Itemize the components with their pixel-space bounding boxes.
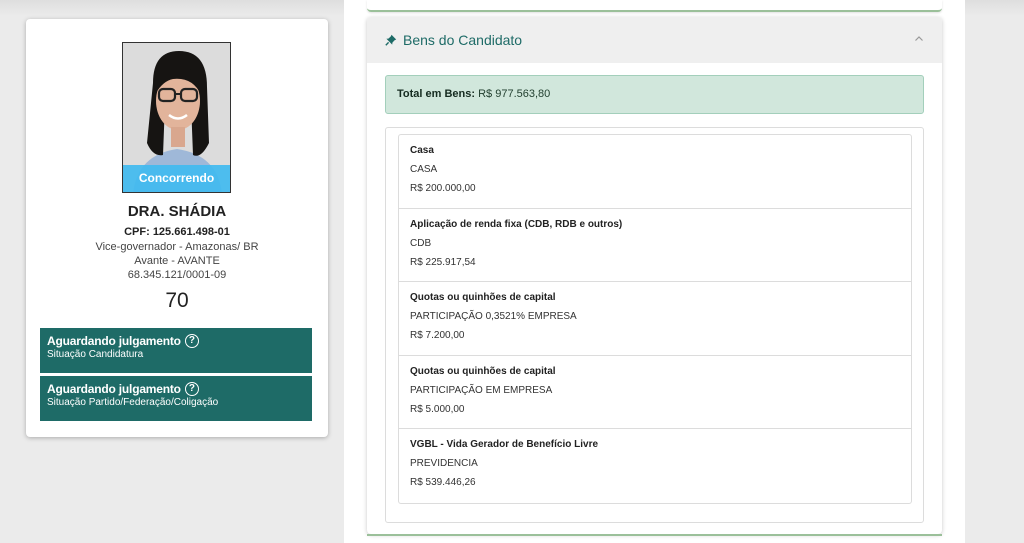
status-candidacy-subtitle: Situação Candidatura: [47, 349, 144, 360]
assets-list: Casa CASA R$ 200.000,00 Aplicação de ren…: [398, 134, 912, 504]
chevron-up-icon[interactable]: [912, 32, 926, 46]
candidate-role: Vice-governador - Amazonas/ BR: [95, 241, 259, 253]
asset-value: R$ 7.200,00: [410, 330, 465, 341]
candidate-photo: Concorrendo: [122, 42, 231, 193]
total-assets-label: Total em Bens:: [397, 88, 476, 100]
previous-panel-edge: [367, 0, 942, 12]
asset-description: PARTICIPAÇÃO EM EMPRESA: [410, 384, 553, 396]
status-candidacy: Aguardando julgamento ? Situação Candida…: [40, 328, 312, 373]
candidate-number: 70: [165, 289, 189, 312]
asset-description: PREVIDENCIA: [410, 458, 478, 469]
asset-description: PARTICIPAÇÃO 0,3521% EMPRESA: [410, 311, 577, 322]
list-item: Quotas ou quinhões de capital PARTICIPAÇ…: [399, 282, 911, 356]
assets-panel-title: Bens do Candidato: [403, 32, 523, 48]
asset-title: Aplicação de renda fixa (CDB, RDB e outr…: [410, 218, 623, 230]
candidate-name: DRA. SHÁDIA: [127, 203, 227, 220]
candidate-cpf: CPF: 125.661.498-01: [124, 226, 230, 238]
status-party-title: Aguardando julgamento: [47, 382, 181, 396]
asset-title: Quotas ou quinhões de capital: [410, 292, 556, 303]
question-circle-icon[interactable]: ?: [184, 382, 199, 396]
asset-title: VGBL - Vida Gerador de Benefício Livre: [410, 439, 599, 450]
thumbtack-icon: [385, 34, 397, 46]
list-item: Casa CASA R$ 200.000,00: [399, 135, 911, 209]
main-content: Bens do Candidato Total em Bens: R$ 977.…: [344, 0, 965, 543]
assets-list-container: Casa CASA R$ 200.000,00 Aplicação de ren…: [385, 127, 924, 523]
total-assets-box: Total em Bens: R$ 977.563,80: [385, 75, 924, 114]
asset-value: R$ 539.446,26: [410, 477, 476, 488]
candidate-cnpj: 68.345.121/0001-09: [127, 269, 227, 281]
list-item: VGBL - Vida Gerador de Benefício Livre P…: [399, 429, 911, 503]
next-panel-edge: [367, 534, 942, 543]
status-candidacy-title: Aguardando julgamento: [47, 334, 181, 348]
assets-panel-header[interactable]: Bens do Candidato: [367, 17, 942, 63]
asset-value: R$ 200.000,00: [410, 183, 476, 194]
candidate-status-badge: Concorrendo: [123, 165, 230, 192]
asset-value: R$ 225.917,54: [410, 256, 476, 268]
list-item: Aplicação de renda fixa (CDB, RDB e outr…: [399, 209, 911, 282]
status-party: Aguardando julgamento ? Situação Partido…: [40, 376, 312, 421]
status-party-subtitle: Situação Partido/Federação/Coligação: [47, 397, 219, 408]
candidate-card: Concorrendo DRA. SHÁDIA CPF: 125.661.498…: [26, 19, 328, 437]
asset-description: CDB: [410, 237, 432, 249]
asset-title: Casa: [410, 145, 434, 156]
asset-description: CASA: [410, 164, 438, 175]
list-item: Quotas ou quinhões de capital PARTICIPAÇ…: [399, 356, 911, 429]
asset-value: R$ 5.000,00: [410, 403, 465, 415]
question-circle-icon[interactable]: ?: [184, 334, 199, 348]
assets-panel: Bens do Candidato Total em Bens: R$ 977.…: [367, 17, 942, 534]
candidate-party: Avante - AVANTE: [134, 255, 220, 267]
asset-title: Quotas ou quinhões de capital: [410, 365, 556, 377]
total-assets-value: R$ 977.563,80: [478, 88, 551, 100]
